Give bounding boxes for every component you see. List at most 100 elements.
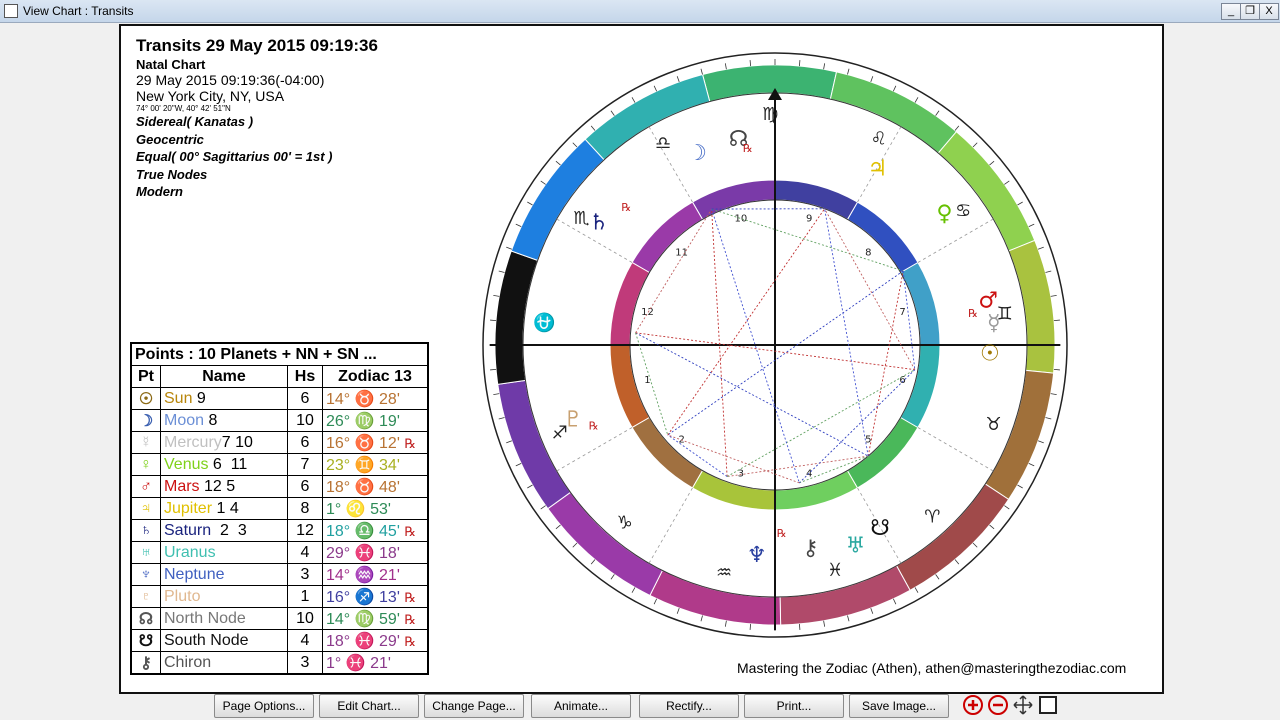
table-row[interactable]: ♇ Pluto 1 16° ♐ 13' ℞: [130, 585, 429, 608]
setting-houses: Equal( 00° Sagittarius 00' = 1st ): [136, 149, 333, 164]
table-row[interactable]: ☿ Mercury7 10 6 16° ♉ 12' ℞: [130, 431, 429, 454]
table-row[interactable]: ☋ South Node 4 18° ♓ 29' ℞: [130, 629, 429, 652]
planet-zodiac: 29° ♓ 18': [322, 541, 429, 564]
planet-glyph-icon: ♄: [589, 211, 609, 236]
zodiac-sign: ♉: [354, 434, 375, 452]
planet-glyph-icon: ♃: [130, 497, 161, 520]
toolbar-button-4[interactable]: Rectify...: [639, 694, 739, 718]
degree-tick: [749, 60, 751, 67]
planet-zodiac: 1° ♓ 21': [322, 651, 429, 675]
zodiac-sign: ♓: [354, 544, 375, 562]
table-row[interactable]: ♃ Jupiter 1 4 8 1° ♌ 53': [130, 497, 429, 520]
toolbar-button-3[interactable]: Animate...: [531, 694, 631, 718]
chart-wheel: ♍♌♋♊♉♈♓♒♑♐⛎♏♎123456789101112☽☊♃♀♂☿☉☋♅⚷♆♇…: [482, 52, 1068, 638]
planet-house: 10: [287, 409, 323, 432]
zodiac-minute: 34': [379, 456, 400, 474]
planet-name: Neptune: [164, 565, 225, 583]
planet-glyph-icon: ☋: [130, 629, 161, 652]
table-row[interactable]: ♅ Uranus 4 29° ♓ 18': [130, 541, 429, 564]
col-header-zodiac: Zodiac 13: [322, 365, 429, 388]
retrograde-mark: ℞: [968, 307, 978, 320]
table-row[interactable]: ☽ Moon 8 10 26° ♍ 19': [130, 409, 429, 432]
planet-glyph-icon: ♄: [130, 519, 161, 542]
retrograde-mark: ℞: [777, 527, 787, 540]
planet-glyph-icon: ⚷: [803, 536, 819, 561]
planet-name: Jupiter: [164, 499, 213, 517]
table-row[interactable]: ♄ Saturn 2 3 12 18° ♎ 45' ℞: [130, 519, 429, 542]
planet-zodiac: 18° ♎ 45' ℞: [322, 519, 429, 542]
toolbar-button-1[interactable]: Edit Chart...: [319, 694, 419, 718]
planet-glyph-icon: ☋: [870, 516, 890, 541]
toolbar-button-5[interactable]: Print...: [744, 694, 844, 718]
zodiac-sign: ♍: [354, 610, 375, 628]
planet-glyph-icon: ☽: [130, 409, 161, 432]
planet-aspects: 1 4: [212, 499, 239, 517]
zodiac-sign: ♓: [354, 632, 375, 650]
table-row[interactable]: ☊ North Node 10 14° ♍ 59' ℞: [130, 607, 429, 630]
chart-title: Transits 29 May 2015 09:19:36: [136, 36, 378, 55]
house-number: 8: [865, 248, 871, 259]
pan-icon[interactable]: [1012, 694, 1034, 716]
footer-credit: Mastering the Zodiac (Athen), athen@mast…: [737, 660, 1127, 676]
planet-glyph-icon: ☿: [130, 431, 161, 454]
zodiac-sign-glyph-icon: ♎: [655, 133, 671, 154]
planet-name: Saturn: [164, 521, 212, 539]
chart-place: New York City, NY, USA: [136, 88, 285, 104]
planet-house: 4: [287, 541, 323, 564]
degree-tick: [490, 319, 497, 321]
maximize-button[interactable]: ❐: [1240, 3, 1260, 20]
planet-name: Moon: [164, 411, 205, 429]
planet-zodiac: 16° ♉ 12' ℞: [322, 431, 429, 454]
zodiac-degree: 16°: [326, 434, 351, 452]
zodiac-sign-glyph-icon: ♈: [924, 507, 940, 528]
zodiac-sign-glyph-icon: ♉: [985, 414, 1001, 435]
zodiac-minute: 19': [379, 412, 400, 430]
planet-name: Mars: [164, 477, 200, 495]
zoom-in-icon[interactable]: [962, 694, 984, 716]
table-row[interactable]: ☉ Sun 9 6 14° ♉ 28': [130, 387, 429, 410]
points-table-caption: Points : 10 Planets + NN + SN ...: [130, 342, 429, 366]
zodiac-sign-glyph-icon: ♌: [871, 128, 887, 149]
planet-name-cell: Neptune: [160, 563, 288, 586]
zodiac-minute: 13': [379, 588, 400, 606]
minimize-button[interactable]: _: [1221, 3, 1241, 20]
toolbar-button-6[interactable]: Save Image...: [849, 694, 949, 718]
planet-house: 6: [287, 475, 323, 498]
planet-glyph-icon: ☿: [987, 311, 1001, 336]
toolbar-button-0[interactable]: Page Options...: [214, 694, 314, 718]
planet-name-cell: Uranus: [160, 541, 288, 564]
table-row[interactable]: ⚷ Chiron 3 1° ♓ 21': [130, 651, 429, 675]
planet-glyph-icon: ☊: [130, 607, 161, 630]
planet-name: Pluto: [164, 587, 201, 605]
retrograde-mark: ℞: [589, 420, 599, 433]
table-row[interactable]: ♆ Neptune 3 14° ♒ 21': [130, 563, 429, 586]
planet-house: 10: [287, 607, 323, 630]
planet-zodiac: 18° ♓ 29' ℞: [322, 629, 429, 652]
planet-glyph-icon: ☉: [980, 342, 1000, 367]
zodiac-degree: 14°: [326, 566, 351, 584]
zodiac-minute: 53': [370, 500, 391, 518]
zodiac-sign: ♉: [354, 478, 375, 496]
retrograde-mark: ℞: [404, 611, 416, 627]
close-button[interactable]: X: [1259, 3, 1279, 20]
planet-aspects: 12 5: [199, 477, 236, 495]
table-row[interactable]: ♂ Mars 12 5 6 18° ♉ 48': [130, 475, 429, 498]
zodiac-sign-glyph-icon: ♓: [827, 560, 843, 581]
zodiac-minute: 48': [379, 478, 400, 496]
planet-zodiac: 23° ♊ 34': [322, 453, 429, 476]
planet-name: Mercury: [164, 433, 222, 451]
planet-name-cell: Mercury7 10: [160, 431, 288, 454]
planet-house: 3: [287, 563, 323, 586]
planet-glyph-icon: ♃: [868, 156, 888, 181]
zodiac-degree: 1°: [326, 654, 342, 672]
table-row[interactable]: ♀ Venus 6 11 7 23° ♊ 34': [130, 453, 429, 476]
planet-name-cell: Jupiter 1 4: [160, 497, 288, 520]
chart-subtitle: Natal Chart: [136, 57, 206, 72]
zoom-out-icon[interactable]: [987, 694, 1009, 716]
planet-house: 8: [287, 497, 323, 520]
toolbar-button-2[interactable]: Change Page...: [424, 694, 524, 718]
planet-glyph-icon: ♂: [978, 289, 998, 314]
fit-window-icon[interactable]: [1037, 694, 1059, 716]
planet-aspects: 8: [204, 411, 218, 429]
planet-house: 3: [287, 651, 323, 675]
